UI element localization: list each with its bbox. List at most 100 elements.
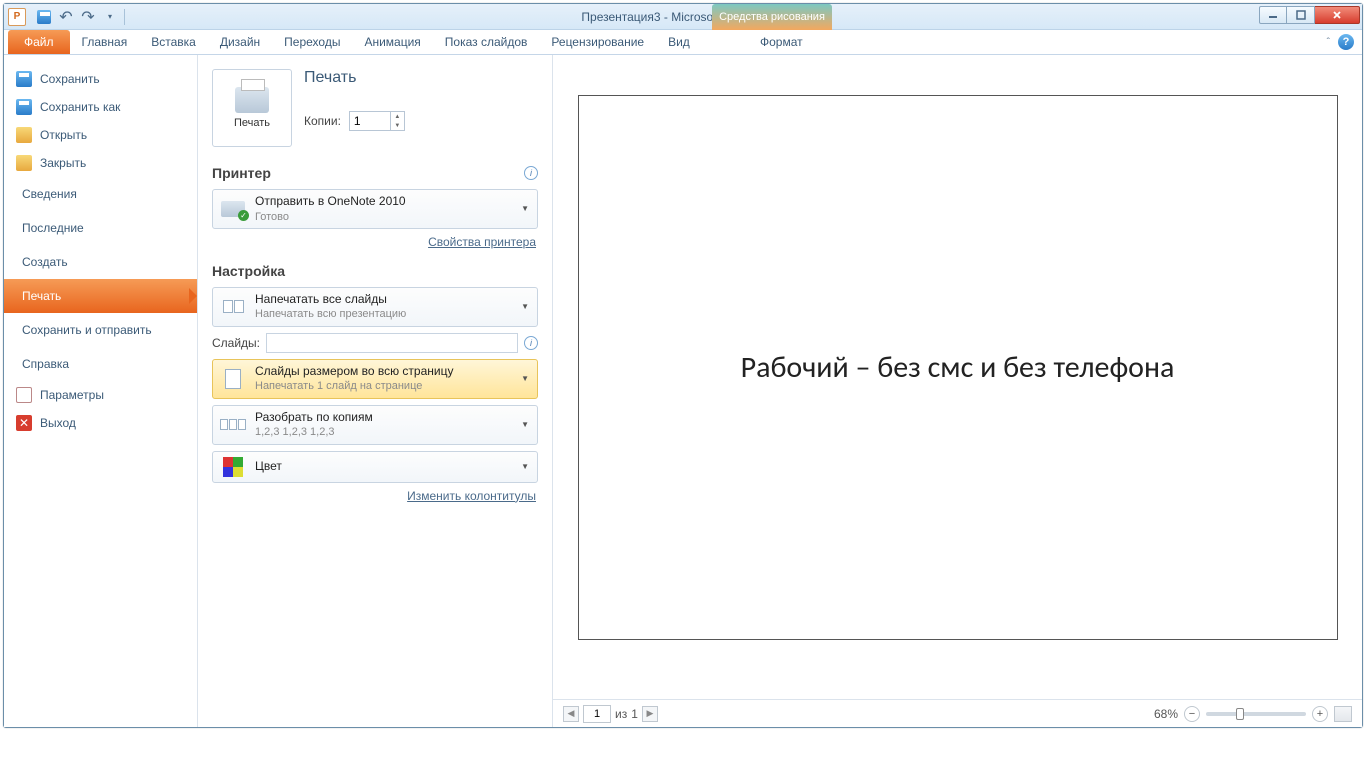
next-page-button[interactable]: ▶ (642, 706, 658, 722)
zoom-level: 68% (1154, 707, 1178, 721)
spinner-up-icon[interactable]: ▲ (391, 112, 404, 121)
save-icon (16, 71, 32, 87)
copies-spinner[interactable]: ▲▼ (349, 111, 405, 131)
tab-file[interactable]: Файл (8, 30, 70, 54)
info-icon[interactable]: i (524, 166, 538, 180)
slides-stack-icon (223, 300, 244, 313)
nav-print[interactable]: Печать (4, 279, 197, 313)
nav-recent[interactable]: Последние (4, 211, 197, 245)
slides-range-input[interactable] (266, 333, 518, 353)
nav-label: Печать (22, 289, 61, 303)
minimize-button[interactable] (1259, 6, 1287, 24)
nav-label: Сохранить (40, 72, 100, 86)
printer-properties-link[interactable]: Свойства принтера (428, 235, 536, 249)
nav-close[interactable]: Закрыть (4, 149, 197, 177)
options-icon (16, 387, 32, 403)
tab-view[interactable]: Вид (656, 31, 702, 54)
nav-exit[interactable]: ✕Выход (4, 409, 197, 437)
tab-review[interactable]: Рецензирование (539, 31, 656, 54)
nav-label: Сведения (22, 187, 77, 201)
contextual-tab-drawing-tools: Средства рисования (712, 4, 832, 30)
copies-label: Копии: (304, 114, 341, 128)
minimize-ribbon-icon[interactable]: ˆ (1327, 37, 1330, 48)
collate-icon (220, 419, 246, 430)
slide-content-text: Рабочий – без смс и без телефона (741, 345, 1175, 390)
nav-label: Сохранить как (40, 100, 120, 114)
folder-open-icon (16, 127, 32, 143)
print-layout-selector[interactable]: Слайды размером во всю страницу Напечата… (212, 359, 538, 399)
quick-access-toolbar: ↶ ↷ ▾ (34, 7, 127, 27)
nav-options[interactable]: Параметры (4, 381, 197, 409)
folder-close-icon (16, 155, 32, 171)
tab-transitions[interactable]: Переходы (272, 31, 352, 54)
tab-home[interactable]: Главная (70, 31, 140, 54)
qat-save-icon[interactable] (34, 7, 54, 27)
print-panel: Печать Печать Копии: ▲▼ Принтер i (198, 55, 553, 727)
chevron-down-icon: ▼ (521, 204, 529, 213)
tab-slideshow[interactable]: Показ слайдов (433, 31, 540, 54)
print-button[interactable]: Печать (212, 69, 292, 147)
page-icon (225, 369, 241, 389)
zoom-in-button[interactable]: + (1312, 706, 1328, 722)
nav-label: Сохранить и отправить (22, 323, 152, 337)
combo-title: Напечатать все слайды (255, 292, 513, 308)
page-total: 1 (631, 707, 638, 721)
nav-save[interactable]: Сохранить (4, 65, 197, 93)
nav-help[interactable]: Справка (4, 347, 197, 381)
page-number-input[interactable] (583, 705, 611, 723)
copies-input[interactable] (350, 112, 390, 130)
chevron-down-icon: ▼ (521, 462, 529, 471)
slides-range-label: Слайды: (212, 336, 260, 350)
edit-headers-link[interactable]: Изменить колонтитулы (407, 489, 536, 503)
chevron-down-icon: ▼ (521, 302, 529, 311)
nav-info[interactable]: Сведения (4, 177, 197, 211)
printer-small-icon (221, 201, 245, 217)
tab-format[interactable]: Формат (748, 31, 815, 54)
zoom-out-button[interactable]: − (1184, 706, 1200, 722)
nav-label: Последние (22, 221, 84, 235)
help-icon[interactable]: ? (1338, 34, 1354, 50)
qat-redo-icon[interactable]: ↷ (78, 7, 98, 27)
nav-save-as[interactable]: Сохранить как (4, 93, 197, 121)
qat-customize-caret-icon[interactable]: ▾ (100, 7, 120, 27)
qat-undo-icon[interactable]: ↶ (56, 7, 76, 27)
print-button-label: Печать (234, 117, 270, 129)
tab-insert[interactable]: Вставка (139, 31, 208, 54)
backstage-nav: Сохранить Сохранить как Открыть Закрыть … (4, 55, 198, 727)
printer-selector[interactable]: Отправить в OneNote 2010 Готово ▼ (212, 189, 538, 229)
page-separator: из (615, 707, 627, 721)
preview-area: Рабочий – без смс и без телефона (553, 55, 1362, 699)
chevron-down-icon: ▼ (521, 374, 529, 383)
collate-selector[interactable]: Разобрать по копиям 1,2,3 1,2,3 1,2,3 ▼ (212, 405, 538, 445)
combo-subtitle: 1,2,3 1,2,3 1,2,3 (255, 425, 513, 439)
zoom-fit-button[interactable] (1334, 706, 1352, 722)
settings-section-header: Настройка (212, 263, 285, 279)
ribbon-tabs: Файл Главная Вставка Дизайн Переходы Ани… (4, 30, 1362, 55)
print-preview-pane: Рабочий – без смс и без телефона ◀ из 1 … (553, 55, 1362, 727)
info-icon[interactable]: i (524, 336, 538, 350)
combo-subtitle: Напечатать всю презентацию (255, 307, 513, 321)
color-selector[interactable]: Цвет ▼ (212, 451, 538, 483)
printer-status: Готово (255, 210, 513, 224)
chevron-down-icon: ▼ (521, 420, 529, 429)
nav-save-send[interactable]: Сохранить и отправить (4, 313, 197, 347)
print-header: Печать (304, 69, 405, 87)
spinner-down-icon[interactable]: ▼ (391, 121, 404, 130)
combo-title: Слайды размером во всю страницу (255, 364, 513, 380)
color-swatch-icon (223, 457, 243, 477)
tab-animations[interactable]: Анимация (352, 31, 432, 54)
print-what-selector[interactable]: Напечатать все слайды Напечатать всю пре… (212, 287, 538, 327)
zoom-thumb[interactable] (1236, 708, 1244, 720)
backstage-view: Сохранить Сохранить как Открыть Закрыть … (4, 55, 1362, 727)
close-button[interactable] (1315, 6, 1360, 24)
nav-open[interactable]: Открыть (4, 121, 197, 149)
printer-name: Отправить в OneNote 2010 (255, 194, 513, 210)
nav-new[interactable]: Создать (4, 245, 197, 279)
window-controls (1259, 6, 1360, 24)
zoom-slider[interactable] (1206, 712, 1306, 716)
nav-label: Открыть (40, 128, 87, 142)
printer-icon (235, 87, 269, 113)
maximize-button[interactable] (1287, 6, 1315, 24)
tab-design[interactable]: Дизайн (208, 31, 272, 54)
prev-page-button[interactable]: ◀ (563, 706, 579, 722)
